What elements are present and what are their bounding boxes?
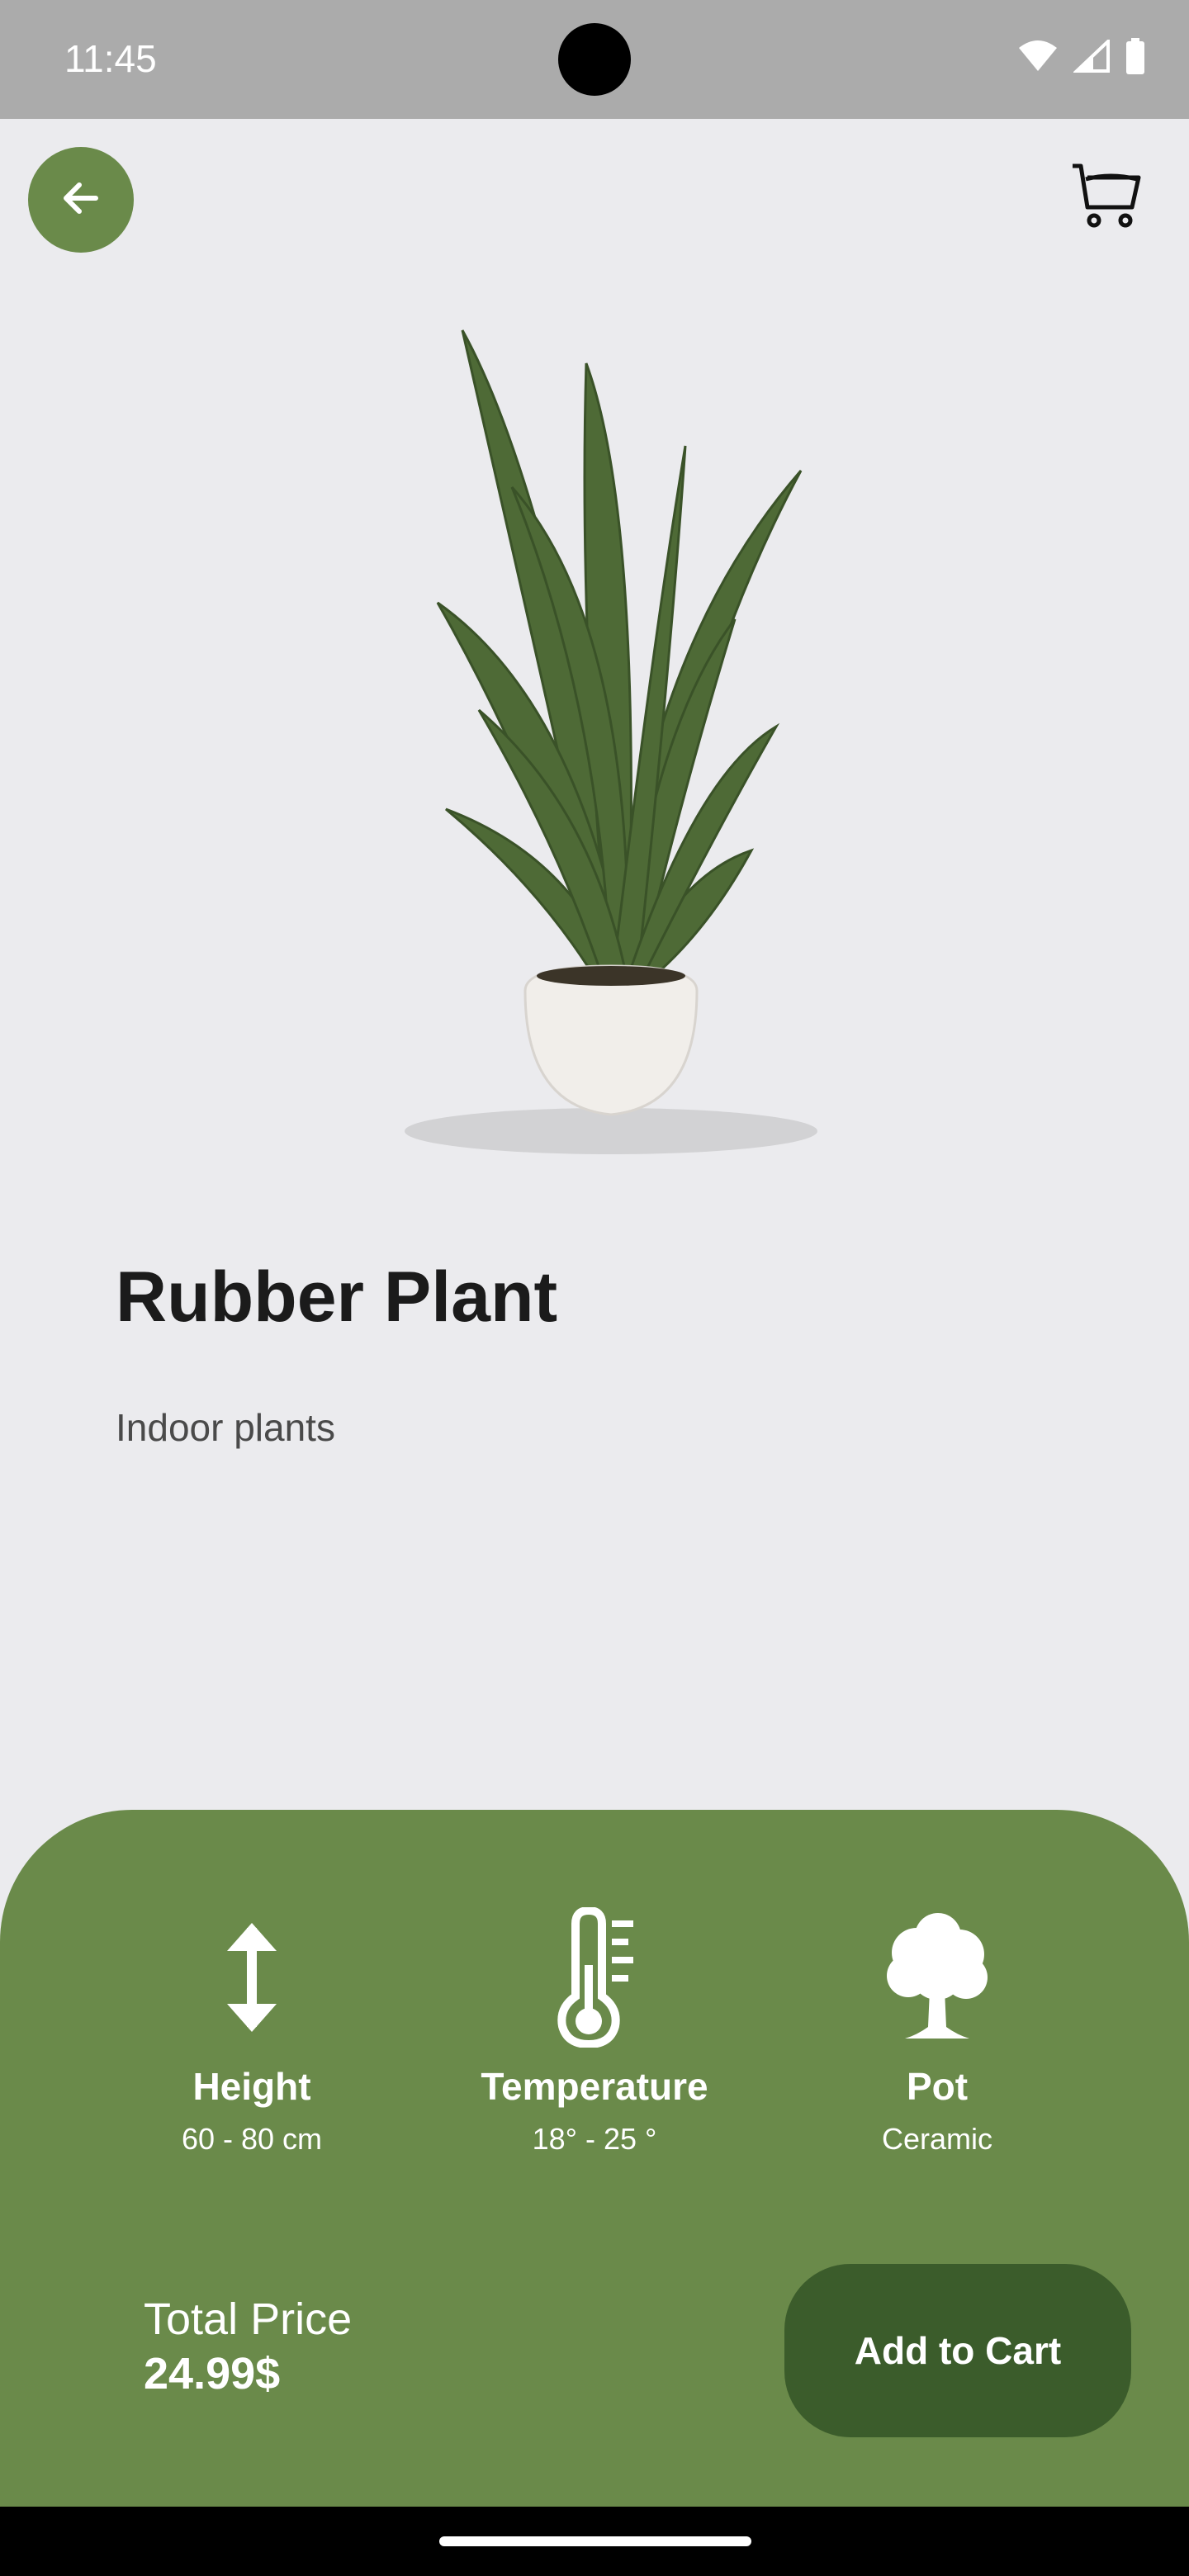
spec-temperature: Temperature 18° - 25 ° (446, 1907, 743, 2157)
spec-pot-value: Ceramic (881, 2122, 992, 2156)
info-panel: Height 60 - 80 cm Temperature 18° - 25 °… (0, 1810, 1189, 2507)
spec-pot-label: Pot (906, 2065, 969, 2108)
spec-height: Height 60 - 80 cm (103, 1907, 400, 2157)
product-category: Indoor plants (116, 1406, 335, 1449)
height-arrows-icon (219, 1907, 285, 2048)
battery-icon (1125, 38, 1146, 78)
tree-icon (883, 1907, 991, 2048)
total-price-label: Total Price (144, 2294, 353, 2344)
camera-cutout (558, 23, 631, 96)
status-icons (1017, 37, 1146, 78)
home-indicator[interactable] (439, 2536, 751, 2546)
signal-icon (1072, 37, 1110, 77)
arrow-left-icon (58, 175, 104, 225)
status-bar: 11:45 (0, 0, 1189, 119)
thermometer-icon (549, 1907, 640, 2048)
spec-pot: Pot Ceramic (789, 1907, 1086, 2157)
wifi-icon (1017, 40, 1059, 77)
status-time: 11:45 (64, 37, 157, 80)
spec-temperature-label: Temperature (481, 2065, 708, 2108)
plant-image (388, 314, 834, 1172)
navigation-bar (0, 2507, 1189, 2576)
cart-icon (1069, 159, 1144, 238)
total-price-value: 24.99$ (144, 2349, 281, 2398)
add-to-cart-button[interactable]: Add to Cart (784, 2264, 1131, 2437)
product-title: Rubber Plant (116, 1257, 558, 1337)
spec-height-value: 60 - 80 cm (181, 2122, 323, 2156)
cart-button[interactable] (1065, 157, 1148, 239)
spec-temperature-value: 18° - 25 ° (532, 2122, 657, 2156)
back-button[interactable] (28, 147, 134, 253)
spec-height-label: Height (192, 2065, 311, 2108)
